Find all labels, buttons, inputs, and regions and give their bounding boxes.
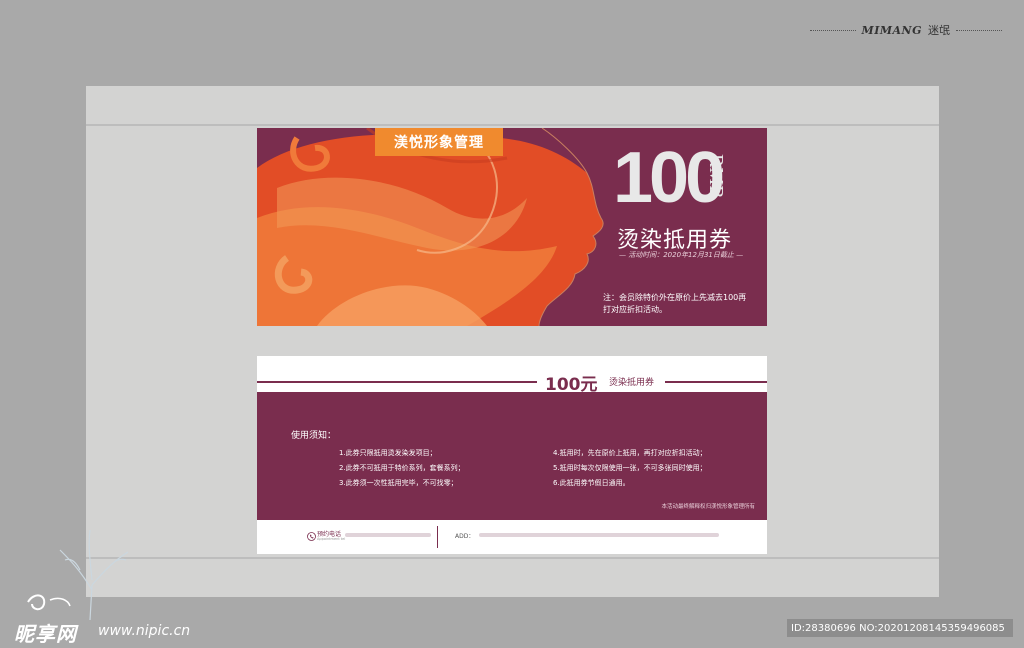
contact-footer: 预约电话 Appointment tel ADD： [257, 520, 767, 554]
watermark-url: www.nipic.cn [98, 623, 191, 639]
coupon-front: 渼悦形象管理 100 RMB 烫染抵用券 — 活动时间：2020年12月31日截… [257, 128, 767, 326]
header-rule-left [257, 381, 537, 383]
header-rule-right [665, 381, 767, 383]
decorative-tree-logo [27, 530, 129, 620]
watermark-logo: 昵享网 [14, 622, 77, 646]
phone-sublabel: Appointment tel [317, 537, 346, 541]
rule-item: 5.抵用时每次仅限使用一张，不可多张同时使用； [553, 464, 707, 472]
rule-item: 6.此抵用券节假日通用。 [553, 479, 630, 487]
panel-divider-bottom [86, 557, 939, 559]
rule-item: 3.此券须一次性抵用完毕，不可找零； [339, 479, 458, 487]
rules-right-column: 4.抵用时，先在原价上抵用，再打对应折扣活动； 5.抵用时每次仅限使用一张，不可… [553, 446, 707, 491]
brand-en: MIMANG [861, 23, 922, 37]
rule-item: 1.此券只限抵用烫发染发项目； [339, 449, 437, 457]
back-header: 100元 烫染抵用券 [257, 356, 767, 395]
campaign-period: — 活动时间：2020年12月31日截止 — [619, 251, 744, 259]
dotted-divider [809, 29, 856, 31]
currency-label: RMB [705, 154, 727, 199]
brand-cn: 迷氓 [928, 24, 950, 37]
usage-notice-area: 使用须知： 1.此券只限抵用烫发染发项目； 2.此券不可抵用于特价系列，套餐系列… [257, 392, 767, 520]
coupon-back: 100元 烫染抵用券 使用须知： 1.此券只限抵用烫发染发项目； 2.此券不可抵… [257, 356, 767, 554]
address-label: ADD： [455, 533, 475, 540]
notice-title: 使用须知： [291, 431, 337, 441]
image-id-strip: ID:28380696 NO:20201208145359496085 [787, 619, 1013, 637]
rule-item: 2.此券不可抵用于特价系列，套餐系列； [339, 464, 465, 472]
brand-banner: 渼悦形象管理 [375, 128, 503, 156]
coupon-note: 注：会员除特价外在原价上先减去100再打对应折扣活动。 [603, 293, 747, 314]
rule-item: 4.抵用时，先在原价上抵用，再打对应折扣活动； [553, 449, 707, 457]
dotted-divider [956, 29, 1002, 31]
address-blur [479, 533, 719, 537]
panel-divider-top [86, 124, 939, 126]
rules-left-column: 1.此券只限抵用烫发染发项目； 2.此券不可抵用于特价系列，套餐系列； 3.此券… [339, 446, 465, 491]
phone-icon [307, 532, 316, 541]
back-subtitle: 烫染抵用券 [609, 378, 655, 388]
fine-print: 本活动最终解释权归渼悦形象管理所有 [661, 504, 755, 510]
phone-number-blur [345, 533, 431, 537]
footer-divider [437, 526, 438, 548]
top-brand: MIMANG 迷氓 [809, 22, 1002, 38]
